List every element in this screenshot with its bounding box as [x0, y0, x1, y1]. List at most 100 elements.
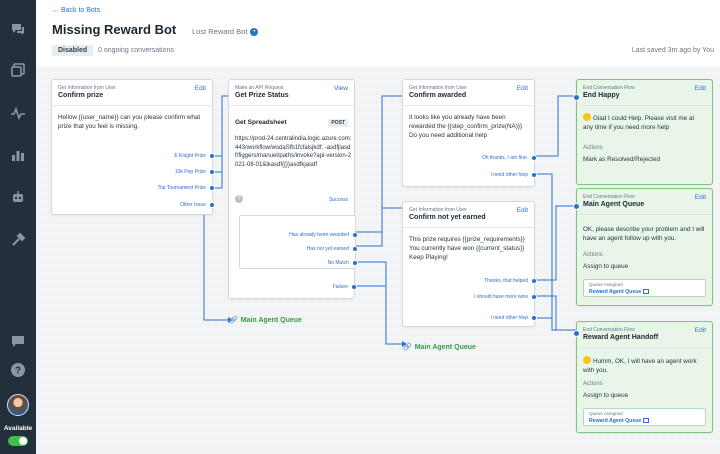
queue-link[interactable]: Reward Agent Queue [589, 418, 650, 424]
option-other-help[interactable]: I need other hlep [490, 172, 528, 178]
branch-port[interactable] [352, 260, 358, 266]
failure-port[interactable] [351, 284, 357, 290]
option-port[interactable] [209, 169, 215, 175]
subtitle-text: Lost Reward Bot [192, 27, 248, 36]
bots-icon[interactable] [9, 188, 27, 206]
info-icon[interactable]: • [250, 28, 259, 37]
smile-icon [583, 113, 591, 121]
confirm-prize-card[interactable]: Get Information from User Confirm prize … [51, 79, 215, 215]
option-port[interactable] [209, 185, 215, 191]
message-icon[interactable] [9, 332, 27, 350]
branch-port[interactable] [352, 246, 358, 252]
svg-text:?: ? [15, 366, 21, 377]
external-link-icon[interactable] [643, 418, 650, 424]
divider [577, 105, 712, 106]
edit-button[interactable]: Edit [517, 207, 528, 214]
option-port[interactable] [531, 278, 537, 284]
queue-name: Reward Agent Queue [589, 418, 642, 424]
availability-label: Available [3, 425, 33, 432]
card-message: This prize requires {{prize_requirements… [409, 236, 525, 261]
page-title: Missing Reward Bot [52, 22, 177, 37]
branch-port[interactable] [352, 232, 358, 238]
view-button[interactable]: View [334, 85, 348, 92]
bot-subtitle: Lost Reward Bot • [192, 27, 259, 37]
divider [403, 227, 534, 228]
back-to-bots-link[interactable]: ← Back to Bots [52, 7, 100, 14]
smile-icon [583, 356, 591, 364]
divider [229, 105, 354, 106]
input-port[interactable] [573, 94, 580, 101]
card-message: It looks like you already have been rewa… [409, 114, 523, 139]
option-port[interactable] [209, 202, 215, 208]
sidebar: ? Available [0, 0, 36, 454]
confirm-awarded-card[interactable]: Get Information from User Confirm awarde… [402, 79, 537, 187]
activity-icon[interactable] [9, 104, 27, 122]
actions-label: Actions [583, 381, 603, 387]
option-port[interactable] [531, 315, 537, 321]
avatar[interactable] [7, 394, 29, 416]
option-other-issue[interactable]: Other Issue [180, 202, 206, 208]
actions-label: Actions [583, 145, 603, 151]
queue-label: Queue Assigned [589, 411, 623, 416]
card-title: Confirm prize [58, 92, 104, 99]
input-port[interactable] [573, 203, 580, 210]
option-e-knight[interactable]: E Knight Prize [174, 153, 206, 159]
reward-agent-handoff-card[interactable]: End Conversation Flow Reward Agent Hando… [573, 321, 713, 433]
option-thanks-helped[interactable]: Thanks, that helped [484, 278, 528, 284]
branch-already-awarded[interactable]: Has already been awarded [289, 232, 349, 238]
actions-value: Assign to queue [583, 263, 629, 270]
option-port[interactable] [531, 172, 537, 178]
card-message: OK, please describe your problem and I w… [583, 226, 705, 242]
confirm-not-earned-card[interactable]: Get Information from User Confirm not ye… [402, 201, 537, 327]
help-icon[interactable]: ? [235, 195, 243, 203]
help-icon[interactable]: ? [9, 361, 27, 379]
queue-name: Reward Agent Queue [589, 289, 642, 295]
knowledge-icon[interactable] [9, 61, 27, 79]
card-title: Main Agent Queue [583, 201, 645, 208]
tools-icon[interactable] [9, 231, 27, 249]
option-top-tournament[interactable]: Top Tournament Prize [157, 185, 206, 191]
card-type: Get Information from User [58, 85, 116, 91]
main-agent-queue-link[interactable]: 🔗 Main Agent Queue [403, 343, 476, 351]
option-fine[interactable]: Oh thanks, I am fine. [482, 155, 528, 161]
reports-icon[interactable] [9, 146, 27, 164]
option-more-wins[interactable]: I should have more wins [474, 294, 528, 300]
end-happy-card[interactable]: End Conversation Flow End Happy Edit Gla… [573, 79, 713, 185]
api-subheading: Get Spreadsheet [235, 119, 287, 126]
edit-button[interactable]: Edit [695, 327, 706, 334]
link-icon: 🔗 [403, 344, 412, 351]
card-message: Humm, OK, I will have an agent work with… [583, 356, 706, 375]
option-port[interactable] [531, 155, 537, 161]
option-other-help[interactable]: I need other hlep [490, 315, 528, 321]
branch-not-earned[interactable]: Has not yet earned [307, 246, 349, 252]
input-port[interactable] [573, 330, 580, 337]
main-agent-queue-card[interactable]: End Conversation Flow Main Agent Queue E… [573, 188, 713, 306]
option-10k-pep[interactable]: 10k Pep Prize [175, 169, 206, 175]
message-text: Glad I could Help. Please visit me at an… [583, 115, 695, 131]
failure-label[interactable]: Failure [333, 284, 348, 290]
availability-toggle[interactable] [8, 436, 28, 446]
ongoing-conversations: 0 ongoing conversations [98, 47, 174, 54]
get-prize-status-card[interactable]: Make an API Request Get Prize Status Vie… [228, 79, 358, 299]
edit-button[interactable]: Edit [695, 194, 706, 201]
edit-button[interactable]: Edit [517, 85, 528, 92]
branch-no-match[interactable]: No Match [328, 260, 349, 266]
external-link-icon[interactable] [643, 289, 650, 295]
card-type: Make an API Request [235, 85, 284, 91]
main-agent-queue-link[interactable]: 🔗 Main Agent Queue [229, 316, 302, 324]
edit-button[interactable]: Edit [195, 85, 206, 92]
api-url: https://prod-24.centralindia.logic.azure… [235, 136, 352, 168]
card-type: End Conversation Flow [583, 327, 635, 333]
card-type: Get Information from User [409, 85, 467, 91]
chat-icon[interactable] [9, 20, 27, 38]
option-port[interactable] [531, 294, 537, 300]
card-type: Get Information from User [409, 207, 467, 213]
option-port[interactable] [209, 153, 215, 159]
card-message: Glad I could Help. Please visit me at an… [583, 113, 706, 132]
queue-assigned-box: Queue Assigned Reward Agent Queue [583, 408, 706, 426]
edit-button[interactable]: Edit [695, 85, 706, 92]
card-type: End Conversation Flow [583, 85, 635, 91]
queue-link-text: Main Agent Queue [414, 344, 476, 351]
flow-canvas[interactable]: Get Information from User Confirm prize … [36, 66, 720, 454]
queue-link[interactable]: Reward Agent Queue [589, 289, 650, 295]
